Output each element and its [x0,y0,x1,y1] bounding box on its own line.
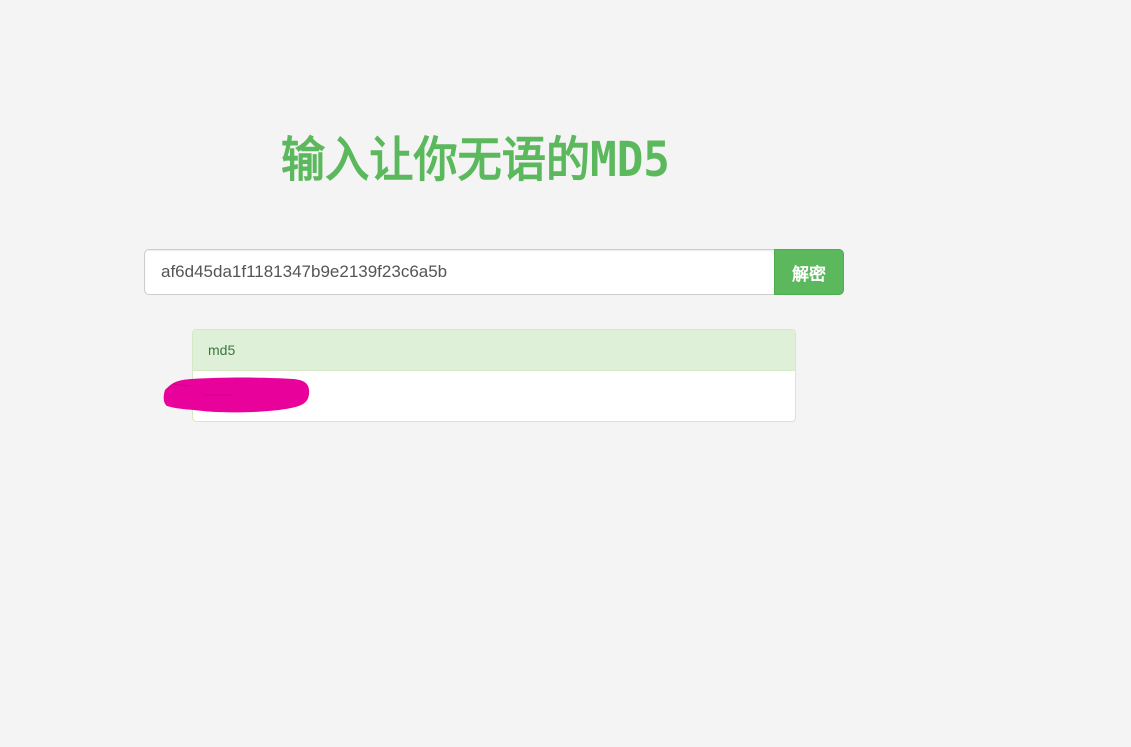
md5-search-form: 解密 [144,249,844,295]
decrypt-button[interactable]: 解密 [774,249,844,295]
page-title: 输入让你无语的MD5 [281,132,670,188]
result-panel-heading: md5 [193,330,795,371]
result-panel: md5 hoanguyen [192,329,796,422]
md5-input[interactable] [144,249,774,295]
result-panel-body: hoanguyen [193,371,795,421]
decrypted-result-text: hoanguyen [208,388,278,404]
